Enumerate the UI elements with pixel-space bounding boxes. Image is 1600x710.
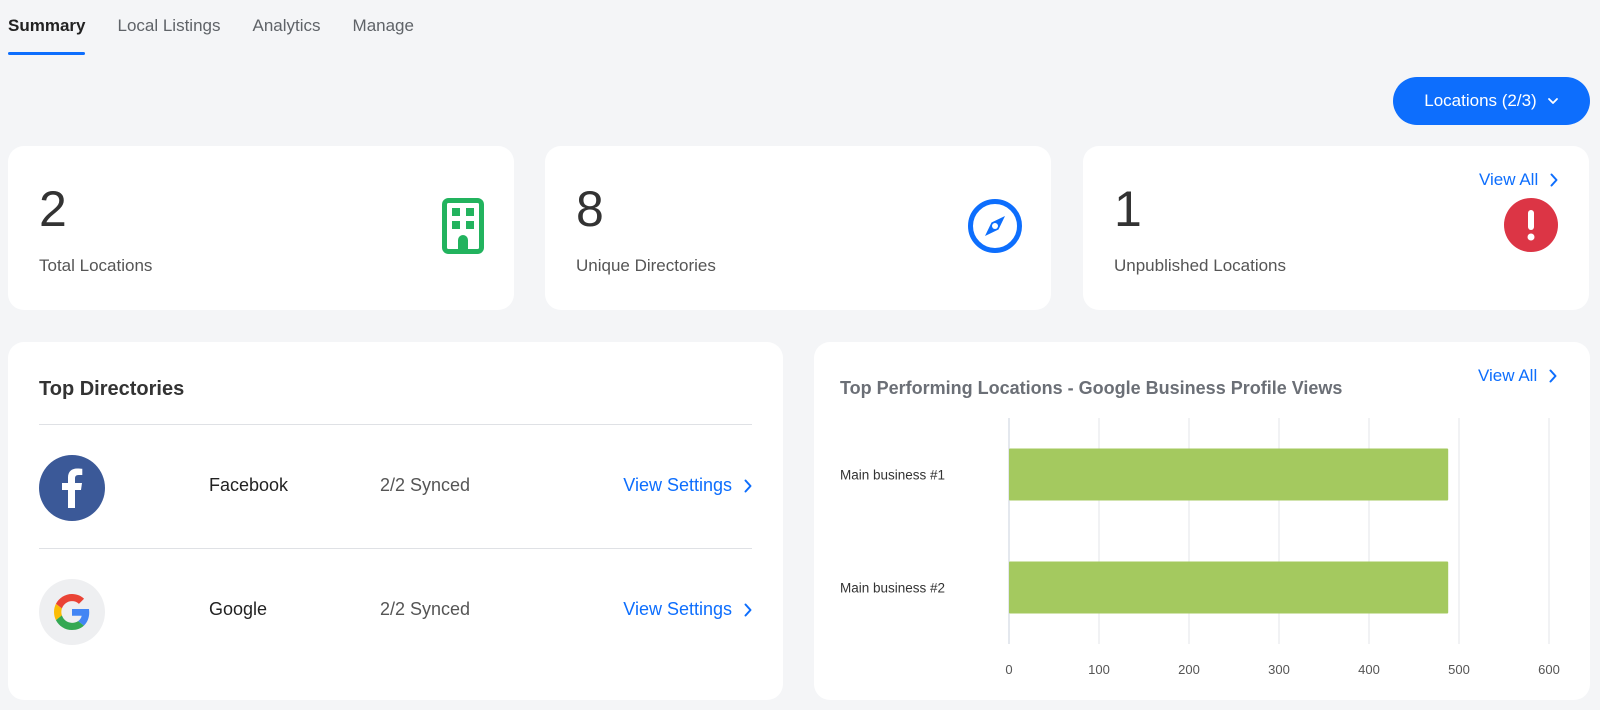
view-settings-label: View Settings xyxy=(623,599,732,619)
x-tick-label: 0 xyxy=(1005,662,1012,677)
x-tick-label: 600 xyxy=(1538,662,1560,677)
directory-name: Google xyxy=(209,599,268,619)
stat-label: Unique Directories xyxy=(576,256,716,275)
view-settings-link[interactable]: View Settings xyxy=(623,475,752,496)
stat-value: 1 xyxy=(1114,181,1142,237)
tab-summary[interactable]: Summary xyxy=(8,0,86,56)
chevron-right-icon xyxy=(744,603,752,616)
x-tick-label: 100 xyxy=(1088,662,1110,677)
directory-name: Facebook xyxy=(209,475,289,495)
alert-icon xyxy=(1504,198,1558,257)
x-tick-label: 200 xyxy=(1178,662,1200,677)
locations-button-label: Locations (2/3) xyxy=(1424,91,1537,110)
y-category-label: Main business #2 xyxy=(840,581,945,596)
bar xyxy=(1009,448,1449,501)
x-tick-label: 400 xyxy=(1358,662,1380,677)
chevron-down-icon xyxy=(1547,95,1559,107)
x-tick-label: 500 xyxy=(1448,662,1470,677)
view-settings-label: View Settings xyxy=(623,475,732,495)
bar-chart: 0 100 200 300 400 500 600 Main business #1 Main … xyxy=(840,418,1560,677)
view-all-label: View All xyxy=(1479,170,1539,189)
view-all-unpublished-link[interactable]: View All xyxy=(1479,170,1558,190)
bar xyxy=(1009,561,1449,614)
facebook-icon xyxy=(39,455,105,521)
top-directories-title: Top Directories xyxy=(39,378,185,400)
x-tick-label: 300 xyxy=(1268,662,1290,677)
building-icon xyxy=(442,198,484,259)
google-icon xyxy=(39,579,105,645)
stat-card-total-locations: 2 Total Locations xyxy=(8,146,514,310)
compass-icon xyxy=(967,198,1023,259)
y-category-label: Main business #1 xyxy=(840,468,945,483)
stat-card-unpublished-locations: 1 Unpublished Locations View All xyxy=(1083,146,1589,310)
stat-card-unique-directories: 8 Unique Directories xyxy=(545,146,1051,310)
tab-bar: Summary Local Listings Analytics Manage xyxy=(8,0,446,56)
chevron-right-icon xyxy=(1550,173,1558,187)
list-item: Facebook 2/2 Synced View Settings xyxy=(39,424,752,548)
stat-value: 8 xyxy=(576,181,604,237)
locations-dropdown-button[interactable]: Locations (2/3) xyxy=(1393,77,1590,125)
tab-analytics[interactable]: Analytics xyxy=(253,0,321,56)
top-performing-locations-card: Top Performing Locations - Google Busine… xyxy=(814,342,1590,700)
top-directories-card: Top Directories Facebook 2/2 Synced View… xyxy=(8,342,783,700)
list-item: Google 2/2 Synced View Settings xyxy=(39,548,752,672)
stat-label: Unpublished Locations xyxy=(1114,256,1287,275)
tab-local-listings[interactable]: Local Listings xyxy=(117,0,220,56)
chevron-right-icon xyxy=(744,479,752,492)
directory-status: 2/2 Synced xyxy=(380,599,471,619)
stat-value: 2 xyxy=(39,181,67,237)
tab-manage[interactable]: Manage xyxy=(353,0,414,56)
view-settings-link[interactable]: View Settings xyxy=(623,599,752,620)
directory-status: 2/2 Synced xyxy=(380,475,471,495)
stat-label: Total Locations xyxy=(39,256,153,275)
